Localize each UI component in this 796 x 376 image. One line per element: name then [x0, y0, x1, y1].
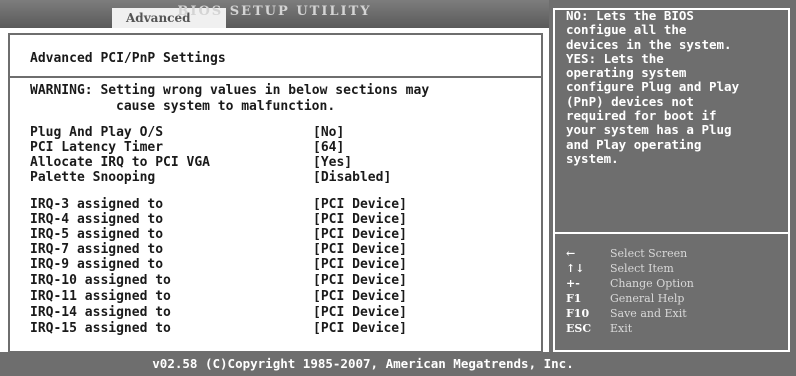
setting-plug-and-play-os[interactable]: Plug And Play O/S [No]	[30, 125, 530, 141]
key-esc: ESC	[566, 322, 592, 335]
setting-irq-4[interactable]: IRQ-4 assigned to [PCI Device]	[30, 212, 530, 228]
key-hint-label: General Help	[610, 292, 685, 305]
setting-value[interactable]: [Disabled]	[313, 170, 391, 186]
setting-label: IRQ-3 assigned to	[30, 197, 164, 212]
setting-irq-3[interactable]: IRQ-3 assigned to [PCI Device]	[30, 197, 530, 213]
key-hint-label: Select Item	[610, 262, 674, 275]
page-title: Advanced PCI/PnP Settings	[30, 51, 226, 66]
setting-label: IRQ-10 assigned to	[30, 273, 171, 288]
setting-value[interactable]: [PCI Device]	[313, 305, 407, 321]
key-hint-change-option: +- Change Option	[566, 276, 790, 291]
setting-irq-15[interactable]: IRQ-15 assigned to [PCI Device]	[30, 321, 530, 337]
warning-text-line-2: cause system to malfunction.	[116, 99, 336, 114]
key-f1: F1	[566, 292, 582, 305]
arrow-left-icon: ←	[566, 247, 576, 260]
setting-label: IRQ-14 assigned to	[30, 305, 171, 320]
key-hint-general-help: F1 General Help	[566, 291, 790, 306]
setting-value[interactable]: [PCI Device]	[313, 242, 407, 258]
setting-value[interactable]: [64]	[313, 140, 344, 156]
setting-label: PCI Latency Timer	[30, 140, 164, 155]
setting-label: Plug And Play O/S	[30, 125, 164, 140]
key-hint-label: Save and Exit	[610, 307, 687, 320]
setting-irq-14[interactable]: IRQ-14 assigned to [PCI Device]	[30, 305, 530, 321]
key-plus-minus: +-	[566, 277, 580, 290]
setting-label: IRQ-7 assigned to	[30, 242, 164, 257]
setting-label: IRQ-15 assigned to	[30, 321, 171, 336]
key-hint-label: Select Screen	[610, 247, 688, 260]
warning-text-line-1: WARNING: Setting wrong values in below s…	[30, 83, 430, 98]
setting-value[interactable]: [PCI Device]	[313, 227, 407, 243]
setting-palette-snooping[interactable]: Palette Snooping [Disabled]	[30, 170, 530, 186]
bios-title: BIOS SETUP UTILITY	[177, 4, 372, 19]
setting-irq-11[interactable]: IRQ-11 assigned to [PCI Device]	[30, 289, 530, 305]
help-description: NO: Lets the BIOS configue all the devic…	[566, 8, 740, 166]
setting-value[interactable]: [PCI Device]	[313, 273, 407, 289]
setting-label: Allocate IRQ to PCI VGA	[30, 155, 211, 170]
copyright-footer: v02.58 (C)Copyright 1985-2007, American …	[0, 352, 796, 376]
setting-value[interactable]: [PCI Device]	[313, 289, 407, 305]
setting-value[interactable]: [PCI Device]	[313, 321, 407, 337]
setting-label: IRQ-11 assigned to	[30, 289, 171, 304]
key-hint-select-item: ↑↓ Select Item	[566, 261, 790, 276]
setting-label: IRQ-5 assigned to	[30, 227, 164, 242]
setting-value[interactable]: [PCI Device]	[313, 197, 407, 213]
key-hint-save-and-exit: F10 Save and Exit	[566, 306, 790, 321]
setting-label: Palette Snooping	[30, 170, 156, 185]
setting-value[interactable]: [PCI Device]	[313, 257, 407, 273]
key-hint-label: Change Option	[610, 277, 694, 290]
arrow-up-down-icon: ↑↓	[566, 262, 585, 275]
setting-irq-10[interactable]: IRQ-10 assigned to [PCI Device]	[30, 273, 530, 289]
setting-value[interactable]: [No]	[313, 125, 344, 141]
key-f10: F10	[566, 307, 590, 320]
setting-label: IRQ-9 assigned to	[30, 257, 164, 272]
setting-irq-7[interactable]: IRQ-7 assigned to [PCI Device]	[30, 242, 530, 258]
key-hint-select-screen: ← Select Screen	[566, 246, 790, 261]
setting-allocate-irq-to-pci-vga[interactable]: Allocate IRQ to PCI VGA [Yes]	[30, 155, 530, 171]
setting-irq-9[interactable]: IRQ-9 assigned to [PCI Device]	[30, 257, 530, 273]
heading-divider	[10, 76, 541, 78]
bios-screen: Advanced BIOS SETUP UTILITY Advanced PCI…	[0, 0, 796, 376]
setting-pci-latency-timer[interactable]: PCI Latency Timer [64]	[30, 140, 530, 156]
setting-value[interactable]: [Yes]	[313, 155, 352, 171]
key-hint-exit: ESC Exit	[566, 321, 790, 336]
setting-value[interactable]: [PCI Device]	[313, 212, 407, 228]
setting-irq-5[interactable]: IRQ-5 assigned to [PCI Device]	[30, 227, 530, 243]
setting-label: IRQ-4 assigned to	[30, 212, 164, 227]
help-divider	[555, 232, 788, 234]
key-hint-label: Exit	[610, 322, 633, 335]
